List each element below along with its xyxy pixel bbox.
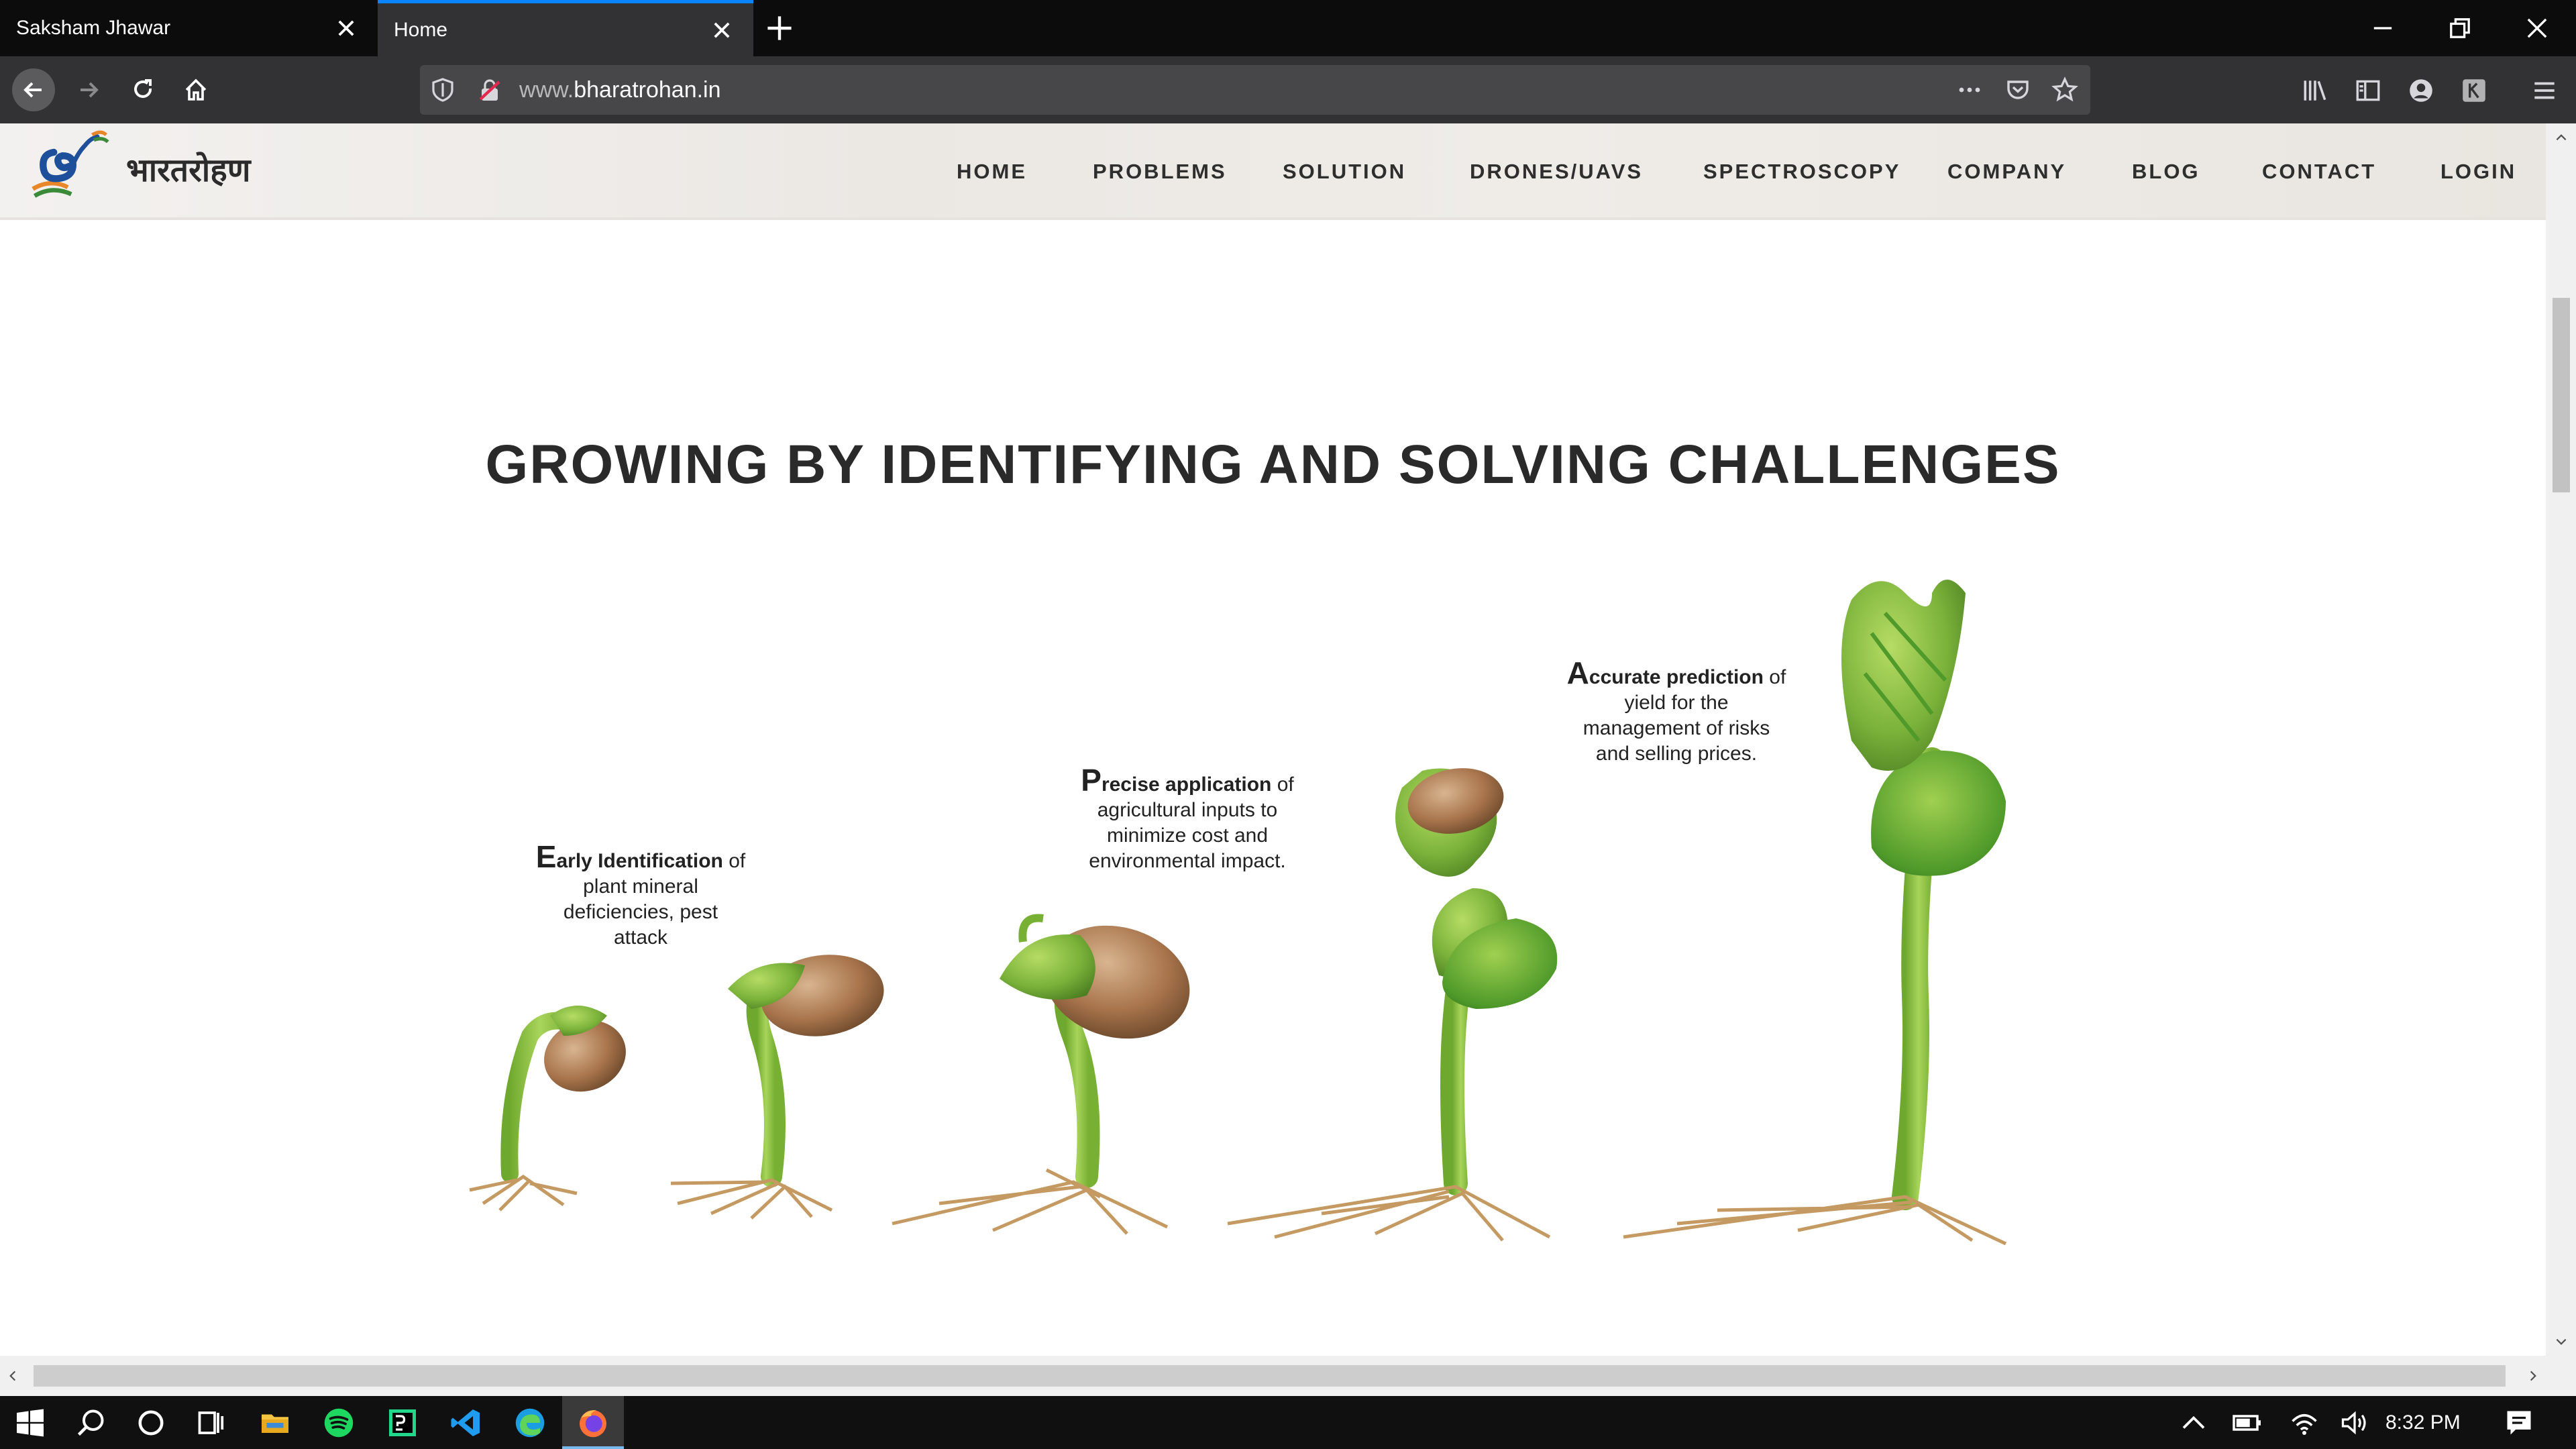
volume-icon[interactable] xyxy=(2338,1406,2371,1440)
scroll-down-icon[interactable] xyxy=(2554,1334,2569,1349)
file-explorer-icon[interactable] xyxy=(258,1406,292,1440)
caption-bold: arly Identification xyxy=(556,850,723,872)
seedling-growth-illustration xyxy=(469,580,2007,1246)
seedling-stage-1 xyxy=(469,1006,626,1212)
horizontal-scrollbar[interactable] xyxy=(0,1356,2576,1396)
caption-early-identification: Early Identification of plant mineral de… xyxy=(510,841,771,951)
home-button[interactable] xyxy=(174,68,217,111)
tab-saksham-jhawar[interactable]: Saksham Jhawar xyxy=(0,0,378,56)
caption-line: attack xyxy=(613,926,668,949)
battery-icon[interactable] xyxy=(2231,1406,2264,1440)
menu-hamburger-icon[interactable] xyxy=(2530,76,2559,105)
windows-taskbar: 8:32 PM xyxy=(0,1396,2576,1449)
web-page: भारतरोहण HOME PROBLEMS SOLUTION DRONES/U… xyxy=(0,123,2546,1356)
horizontal-scroll-thumb[interactable] xyxy=(34,1365,2506,1387)
seedling-stage-2 xyxy=(670,955,884,1220)
url-domain: bharatrohan.in xyxy=(574,77,721,103)
pycharm-icon[interactable] xyxy=(386,1406,419,1440)
caption-line: yield for the xyxy=(1624,692,1729,714)
caption-line: and selling prices. xyxy=(1595,743,1758,765)
caption-line: minimize cost and xyxy=(1106,824,1269,847)
task-view-icon[interactable] xyxy=(195,1406,228,1440)
tab-label: Saksham Jhawar xyxy=(16,17,171,39)
caption-bold: recise application xyxy=(1101,773,1272,796)
back-button[interactable] xyxy=(12,68,55,111)
edge-icon[interactable] xyxy=(513,1406,547,1440)
home-icon xyxy=(185,78,207,101)
restore-icon[interactable] xyxy=(2445,13,2475,43)
vertical-scrollbar[interactable] xyxy=(2546,123,2576,1356)
sidebar-icon[interactable] xyxy=(2354,76,2382,105)
caption-tail: of xyxy=(1763,666,1786,688)
reload-icon xyxy=(134,79,152,98)
vscode-icon[interactable] xyxy=(449,1406,483,1440)
wifi-icon[interactable] xyxy=(2288,1406,2321,1440)
firefox-icon[interactable] xyxy=(576,1406,610,1440)
extension-icon[interactable] xyxy=(2460,76,2488,105)
caption-line: plant mineral xyxy=(583,875,698,898)
caption-bold: ccurate prediction xyxy=(1589,666,1764,688)
windows-start-icon[interactable] xyxy=(13,1406,47,1440)
reload-button[interactable] xyxy=(122,68,165,111)
spotify-icon[interactable] xyxy=(322,1406,356,1440)
forward-arrow-icon xyxy=(80,82,99,98)
close-window-icon[interactable] xyxy=(2522,13,2552,43)
bookmark-star-icon[interactable] xyxy=(2051,76,2078,103)
scroll-left-icon[interactable] xyxy=(5,1368,20,1383)
caption-initial: A xyxy=(1566,655,1589,690)
minimize-icon[interactable] xyxy=(2368,13,2398,43)
pocket-icon[interactable] xyxy=(2004,76,2031,103)
caption-precise-application: Precise application of agricultural inpu… xyxy=(1060,765,1315,874)
forward-button[interactable] xyxy=(67,68,110,111)
caption-line: management of risks xyxy=(1582,717,1770,739)
caption-initial: P xyxy=(1081,763,1102,798)
action-center-icon[interactable] xyxy=(2502,1406,2536,1440)
caption-accurate-prediction: Accurate prediction of yield for the man… xyxy=(1552,657,1801,767)
more-actions-icon[interactable] xyxy=(1956,76,1983,103)
close-icon[interactable] xyxy=(710,19,733,42)
seedling-stage-3 xyxy=(892,914,1190,1235)
new-tab-icon[interactable] xyxy=(765,13,794,43)
shield-icon[interactable] xyxy=(429,76,456,103)
caption-line: environmental impact. xyxy=(1089,850,1286,872)
library-icon[interactable] xyxy=(2301,76,2329,105)
address-bar[interactable]: www.bharatrohan.in xyxy=(420,65,2090,115)
caption-line: deficiencies, pest xyxy=(563,901,718,923)
cortana-icon[interactable] xyxy=(134,1406,168,1440)
search-icon[interactable] xyxy=(74,1406,107,1440)
tab-home[interactable]: Home xyxy=(378,0,753,56)
caption-initial: E xyxy=(535,839,557,874)
tab-bar: Saksham Jhawar Home xyxy=(0,0,2576,56)
back-arrow-icon xyxy=(23,82,42,98)
caption-tail: of xyxy=(722,850,746,872)
caption-tail: of xyxy=(1271,773,1294,796)
url-prefix: www. xyxy=(519,77,574,103)
url-text[interactable]: www.bharatrohan.in xyxy=(519,65,721,115)
account-icon[interactable] xyxy=(2407,76,2435,105)
close-icon[interactable] xyxy=(335,17,358,40)
scroll-right-icon[interactable] xyxy=(2526,1368,2540,1383)
caption-line: agricultural inputs to xyxy=(1097,799,1278,821)
show-hidden-icons-icon[interactable] xyxy=(2177,1406,2210,1440)
taskbar-clock[interactable]: 8:32 PM xyxy=(2385,1396,2461,1449)
navigation-toolbar: www.bharatrohan.in xyxy=(0,56,2576,123)
tab-label: Home xyxy=(394,18,448,41)
insecure-lock-icon[interactable] xyxy=(476,76,503,103)
vertical-scroll-thumb[interactable] xyxy=(2553,298,2570,492)
scroll-up-icon[interactable] xyxy=(2554,130,2569,145)
